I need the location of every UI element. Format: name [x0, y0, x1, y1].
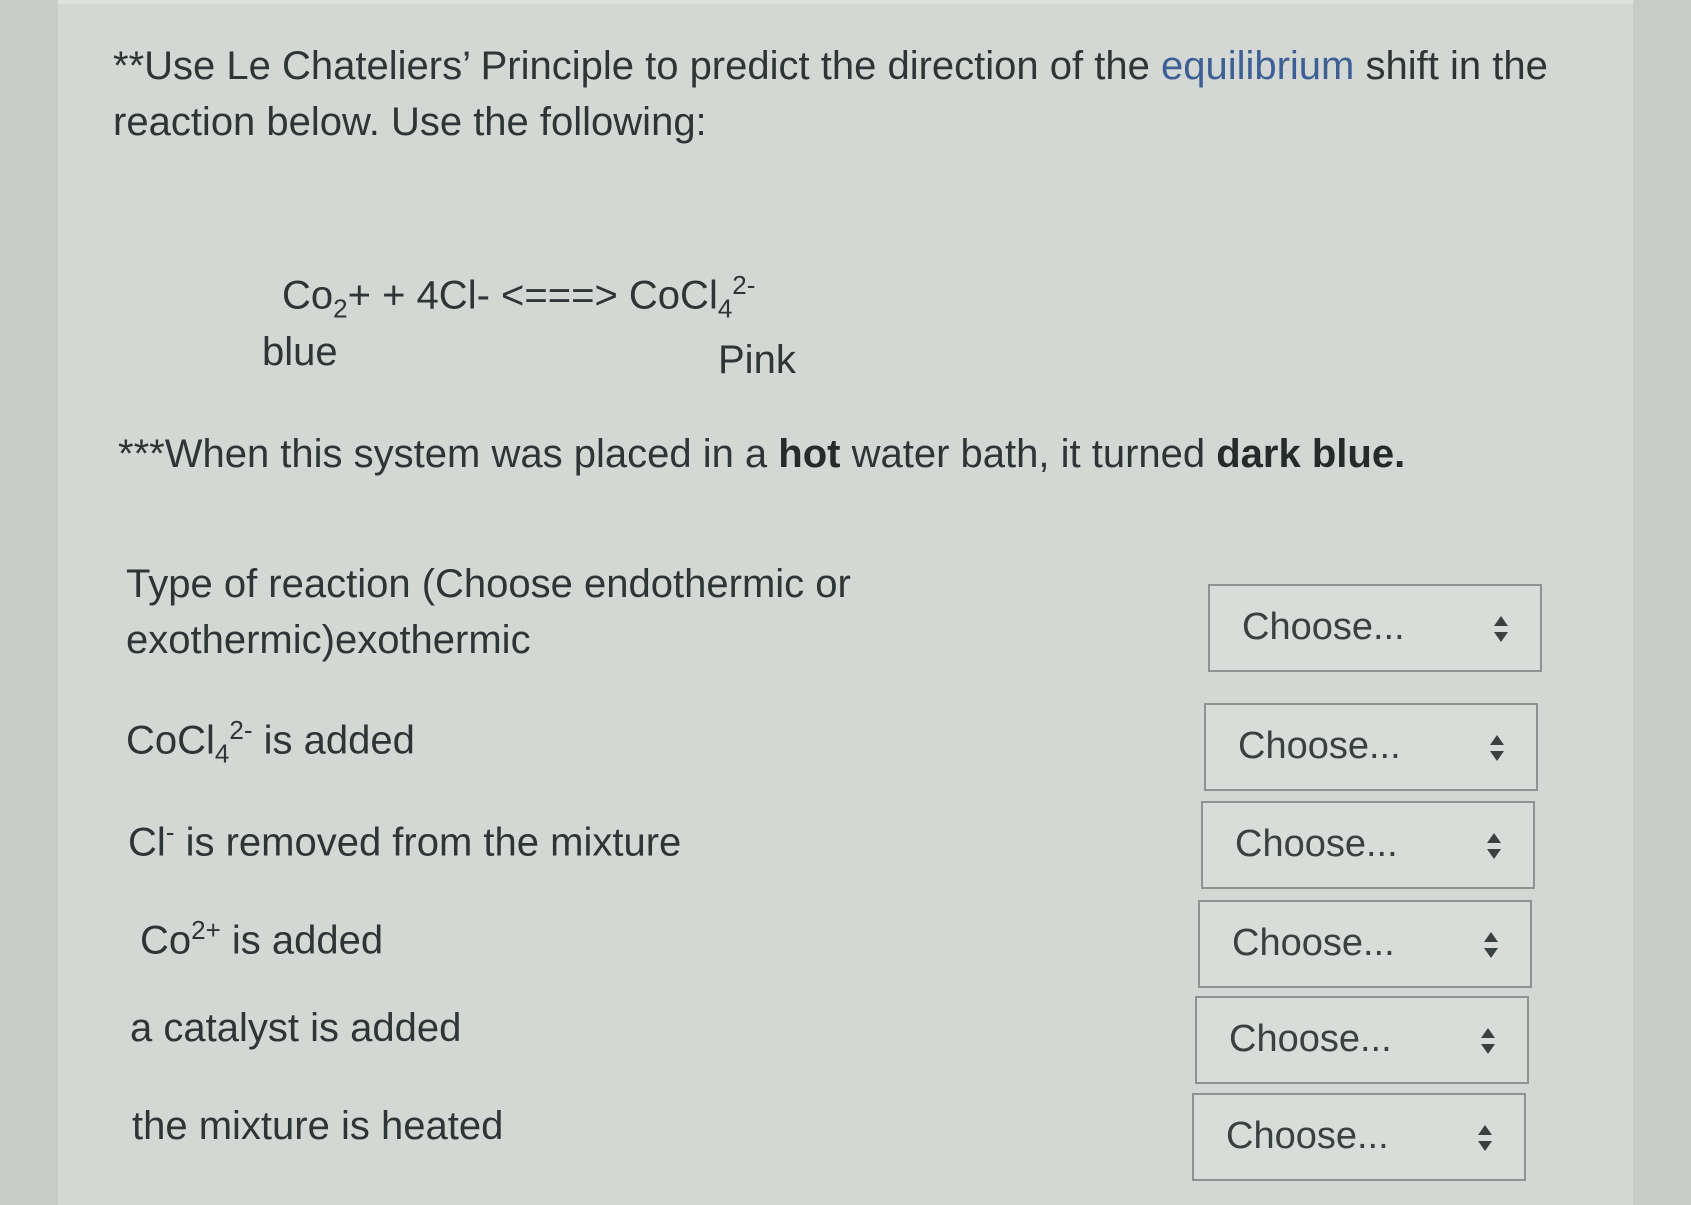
question-cl-removed: Cl- is removed from the mixture — [128, 804, 681, 870]
select-value: Choose... — [1238, 725, 1401, 767]
catalyst-added-select[interactable]: Choose... — [1195, 996, 1529, 1084]
select-value: Choose... — [1235, 823, 1398, 865]
q3-main: Cl — [128, 820, 166, 865]
note-part2: water bath, it turned — [840, 432, 1217, 476]
eq-reactant: Co — [282, 273, 334, 318]
question-mixture-heated: the mixture is heated — [132, 1104, 504, 1148]
note-hot: hot — [778, 432, 841, 476]
observation-note: ***When this system was placed in a hot … — [118, 432, 1405, 477]
equilibrium-link[interactable]: equilibrium — [1161, 44, 1354, 88]
panel-top-border — [58, 0, 1633, 4]
pink-label: Pink — [718, 338, 796, 382]
q4-tail: is added — [220, 918, 384, 963]
select-value: Choose... — [1226, 1115, 1389, 1157]
question-cocl4-added: CoCl42- is added — [126, 702, 415, 781]
intro-prefix: **Use Le Chateliers’ Principle to predic… — [113, 44, 1161, 88]
q2-tail: is added — [252, 718, 415, 763]
select-arrows-icon — [1481, 1028, 1495, 1054]
q4-sup: 2+ — [191, 915, 221, 945]
q4-main: Co — [140, 918, 192, 963]
note-part1: ***When this system was placed in a — [118, 432, 779, 476]
note-dark-blue: dark blue. — [1216, 432, 1406, 476]
select-arrows-icon — [1487, 833, 1501, 859]
select-arrows-icon — [1484, 932, 1498, 958]
mixture-heated-select[interactable]: Choose... — [1192, 1093, 1526, 1181]
select-value: Choose... — [1242, 606, 1405, 648]
question-intro: **Use Le Chateliers’ Principle to predic… — [113, 38, 1593, 150]
cl-removed-select[interactable]: Choose... — [1201, 801, 1535, 889]
select-value: Choose... — [1229, 1018, 1392, 1060]
select-value: Choose... — [1232, 922, 1395, 964]
select-arrows-icon — [1490, 735, 1504, 761]
q2-sup: 2- — [229, 715, 253, 745]
question-catalyst-added: a catalyst is added — [130, 1006, 462, 1050]
q2-main: CoCl — [126, 718, 215, 763]
reaction-equation: Co2+ + 4Cl- <===> CoCl42- — [282, 270, 755, 324]
reaction-type-select[interactable]: Choose... — [1208, 584, 1542, 672]
q2-sub: 4 — [214, 738, 230, 769]
select-arrows-icon — [1494, 616, 1508, 642]
eq-product-sub: 4 — [717, 293, 733, 324]
q3-tail: is removed from the mixture — [174, 820, 682, 865]
eq-reactant-sub: 2 — [333, 293, 348, 324]
blue-label: blue — [262, 330, 338, 374]
question-reaction-type: Type of reaction (Choose endothermic or … — [126, 562, 851, 662]
co-added-select[interactable]: Choose... — [1198, 900, 1532, 988]
cocl4-added-select[interactable]: Choose... — [1204, 703, 1538, 791]
question-co-added: Co2+ is added — [140, 902, 383, 968]
eq-middle: + + 4Cl- <===> CoCl — [347, 273, 718, 318]
eq-product-sup: 2- — [732, 270, 756, 300]
select-arrows-icon — [1478, 1125, 1492, 1151]
